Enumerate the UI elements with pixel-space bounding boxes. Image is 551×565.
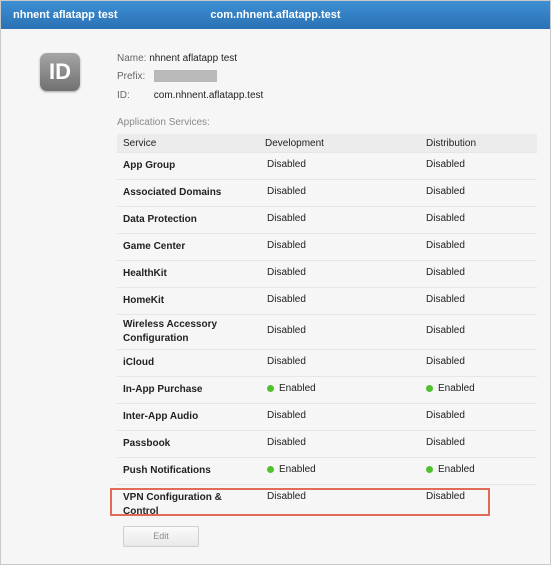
development-status: Disabled xyxy=(267,159,306,170)
development-status: Disabled xyxy=(267,294,306,305)
edit-button[interactable]: Edit xyxy=(123,526,199,547)
distribution-status: Disabled xyxy=(426,186,465,197)
service-name: iCloud xyxy=(123,357,155,368)
name-value: nhnent aflatapp test xyxy=(149,53,238,64)
service-name: Passbook xyxy=(123,438,171,449)
distribution-status: Enabled xyxy=(426,464,475,475)
development-status-text: Disabled xyxy=(267,213,306,224)
distribution-status-text: Disabled xyxy=(426,240,465,251)
table-row: Associated Domains Disabled Disabled xyxy=(117,179,537,206)
development-status: Enabled xyxy=(267,464,316,475)
development-status: Disabled xyxy=(267,213,306,224)
prefix-label: Prefix: xyxy=(117,71,146,82)
app-id-window: nhnent aflatapp test com.nhnent.aflatapp… xyxy=(0,0,551,565)
push-notifications-highlight xyxy=(110,488,490,516)
development-status-text: Enabled xyxy=(279,464,316,475)
distribution-status: Enabled xyxy=(426,383,475,394)
distribution-status-text: Disabled xyxy=(426,437,465,448)
table-row: Inter-App Audio Disabled Disabled xyxy=(117,403,537,430)
distribution-status: Disabled xyxy=(426,213,465,224)
development-status: Disabled xyxy=(267,240,306,251)
distribution-status: Disabled xyxy=(426,437,465,448)
development-status: Disabled xyxy=(267,186,306,197)
table-row: Data Protection Disabled Disabled xyxy=(117,206,537,233)
development-status-text: Disabled xyxy=(267,410,306,421)
distribution-status: Disabled xyxy=(426,159,465,170)
development-status-text: Disabled xyxy=(267,240,306,251)
development-status: Disabled xyxy=(267,356,306,367)
service-name: Game Center xyxy=(123,241,186,252)
development-status: Disabled xyxy=(267,410,306,421)
prefix-redacted-value xyxy=(154,70,217,82)
distribution-status-text: Disabled xyxy=(426,356,465,367)
id-icon: ID xyxy=(40,53,80,91)
distribution-status-text: Disabled xyxy=(426,410,465,421)
service-name: HealthKit xyxy=(123,268,167,279)
distribution-status: Disabled xyxy=(426,240,465,251)
id-label: ID: xyxy=(117,90,130,101)
service-name: Data Protection xyxy=(123,214,197,225)
distribution-status: Disabled xyxy=(426,267,465,278)
distribution-status-text: Disabled xyxy=(426,267,465,278)
table-row: Game Center Disabled Disabled xyxy=(117,233,537,260)
distribution-status-text: Enabled xyxy=(438,464,475,475)
distribution-status: Disabled xyxy=(426,356,465,367)
distribution-status-text: Disabled xyxy=(426,325,465,336)
service-name: In-App Purchase xyxy=(123,384,203,395)
development-status: Disabled xyxy=(267,267,306,278)
name-row: Name: nhnent aflatapp test xyxy=(117,53,237,64)
app-id-details: ID Name: nhnent aflatapp test Prefix: ID… xyxy=(7,37,543,557)
distribution-status: Disabled xyxy=(426,410,465,421)
table-row: In-App Purchase Enabled Enabled xyxy=(117,376,537,403)
service-name: App Group xyxy=(123,160,176,171)
distribution-status: Disabled xyxy=(426,325,465,336)
distribution-status-text: Enabled xyxy=(438,383,475,394)
id-row: ID: com.nhnent.aflatapp.test xyxy=(117,90,263,101)
header-service: Service xyxy=(123,138,157,149)
header-distribution: Distribution xyxy=(426,138,477,149)
services-table: Service Development Distribution App Gro… xyxy=(117,134,537,517)
enabled-dot-icon xyxy=(426,384,433,392)
development-status-text: Disabled xyxy=(267,294,306,305)
enabled-dot-icon xyxy=(267,384,274,392)
development-status-text: Disabled xyxy=(267,267,306,278)
table-row: HomeKit Disabled Disabled xyxy=(117,287,537,314)
service-name: Wireless Accessory Configuration xyxy=(123,319,218,344)
table-body: App Group Disabled Disabled Associated Doma… xyxy=(117,152,537,517)
development-status: Disabled xyxy=(267,325,306,336)
table-row: HealthKit Disabled Disabled xyxy=(117,260,537,287)
enabled-dot-icon xyxy=(267,465,274,473)
title-bar: nhnent aflatapp test com.nhnent.aflatapp… xyxy=(1,1,550,29)
development-status-text: Enabled xyxy=(279,383,316,394)
table-row: iCloud Disabled Disabled xyxy=(117,349,537,376)
header-development: Development xyxy=(265,138,324,149)
development-status-text: Disabled xyxy=(267,356,306,367)
development-status-text: Disabled xyxy=(267,159,306,170)
development-status: Enabled xyxy=(267,383,316,394)
prefix-row: Prefix: xyxy=(117,71,145,82)
table-row: Wireless Accessory Configuration Disabled… xyxy=(117,314,537,349)
development-status-text: Disabled xyxy=(267,325,306,336)
development-status-text: Disabled xyxy=(267,437,306,448)
table-row: Push Notifications Enabled Enabled xyxy=(117,457,537,484)
development-status-text: Disabled xyxy=(267,186,306,197)
id-value: com.nhnent.aflatapp.test xyxy=(153,90,264,101)
services-section-title: Application Services: xyxy=(117,117,210,128)
distribution-status-text: Disabled xyxy=(426,294,465,305)
service-name: Associated Domains xyxy=(123,187,222,198)
distribution-status-text: Disabled xyxy=(426,213,465,224)
enabled-dot-icon xyxy=(426,465,433,473)
distribution-status-text: Disabled xyxy=(426,186,465,197)
name-label: Name: xyxy=(117,53,147,64)
distribution-status: Disabled xyxy=(426,294,465,305)
development-status: Disabled xyxy=(267,437,306,448)
distribution-status-text: Disabled xyxy=(426,159,465,170)
service-name: Inter-App Audio xyxy=(123,411,199,422)
table-row: App Group Disabled Disabled xyxy=(117,152,537,179)
table-row: Passbook Disabled Disabled xyxy=(117,430,537,457)
service-name: Push Notifications xyxy=(123,465,211,476)
table-header: Service Development Distribution xyxy=(117,134,537,152)
service-name: HomeKit xyxy=(123,295,165,306)
window-title-center: com.nhnent.aflatapp.test xyxy=(210,9,341,21)
